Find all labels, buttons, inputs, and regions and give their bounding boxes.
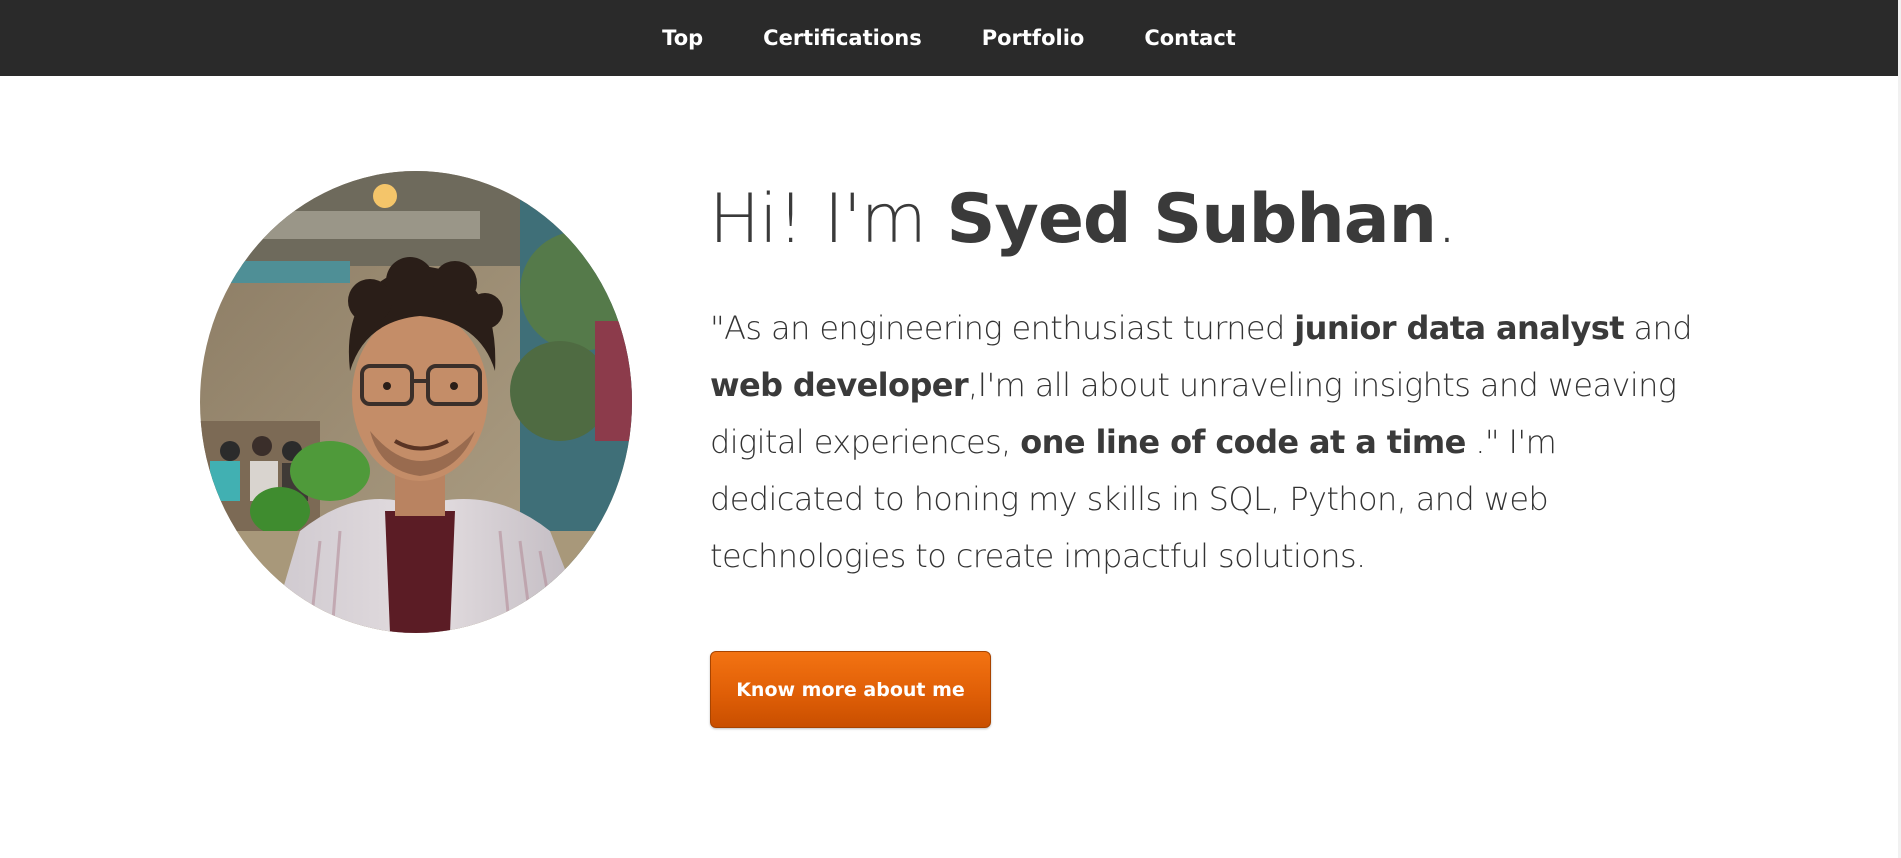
hero-desc-part: and <box>1623 309 1693 347</box>
profile-photo-icon <box>200 171 632 633</box>
hero-title-suffix: . <box>1436 180 1458 259</box>
hero-title-prefix: Hi! I'm <box>709 180 947 259</box>
hero-desc-highlight: web developer <box>710 366 969 404</box>
hero-desc-highlight: one line of code at a time <box>1020 423 1466 461</box>
page: Top Certifications Portfolio Contact Hi!… <box>0 0 1901 858</box>
nav-link-top[interactable]: Top <box>632 0 733 76</box>
avatar <box>200 171 632 633</box>
nav-link-contact[interactable]: Contact <box>1114 0 1266 76</box>
nav-link-certifications[interactable]: Certifications <box>733 0 952 76</box>
hero-description: "As an engineering enthusiast turned jun… <box>710 300 1710 585</box>
hero-name: Syed Subhan <box>946 180 1438 259</box>
know-more-button[interactable]: Know more about me <box>710 651 991 728</box>
nav-link-portfolio[interactable]: Portfolio <box>952 0 1115 76</box>
top-navbar: Top Certifications Portfolio Contact <box>0 0 1898 76</box>
hero-desc-part: "As an engineering enthusiast turned <box>710 309 1295 347</box>
hero-desc-highlight: junior data analyst <box>1294 309 1624 347</box>
hero-title: Hi! I'm Syed Subhan. <box>709 172 1458 268</box>
